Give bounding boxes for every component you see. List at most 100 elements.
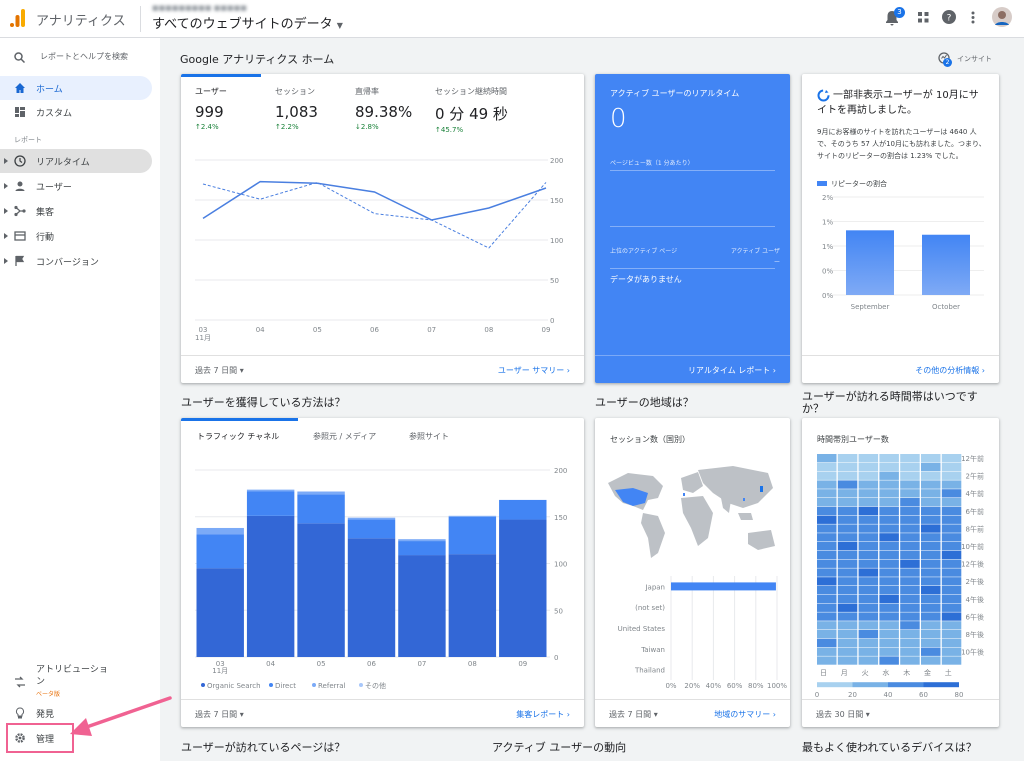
bar-segment [448, 554, 497, 657]
heatmap-cell [921, 603, 941, 612]
heatmap-cell [941, 647, 962, 656]
y-tick-label: 200 [554, 467, 567, 475]
date-range-dropdown[interactable]: 過去 7 日間 ▾ [195, 365, 244, 376]
date-range-dropdown[interactable]: 過去 7 日間 ▾ [195, 709, 244, 720]
user-summary-link[interactable]: ユーザー サマリー › [498, 365, 570, 376]
date-range-dropdown[interactable]: 過去 30 日間 ▾ [816, 709, 870, 720]
more-insights-link[interactable]: その他の分析情報 › [915, 365, 985, 376]
heatmap-cell [921, 480, 941, 489]
sidebar-item-acquisition[interactable]: 集客 [0, 199, 152, 223]
metric-item[interactable]: セッション継続時間 0 分 49 秒 ↑45.7% [435, 86, 508, 134]
acquisition-report-link[interactable]: 集客レポート › [516, 709, 570, 720]
section-title-acquisition: ユーザーを獲得している方法は？ [181, 396, 346, 409]
heatmap-cell [941, 533, 962, 542]
account-name[interactable]: ■■■■■■■■■ ■■■■■ [152, 4, 247, 12]
heatmap-cell [837, 656, 858, 665]
date-range-label: 過去 7 日間 [195, 366, 238, 375]
heatmap-cell [858, 542, 879, 551]
heatmap-cell [817, 480, 837, 489]
heatmap-cell [900, 462, 920, 472]
heatmap-cell [941, 506, 962, 516]
metric-item[interactable]: ユーザー 999 ↑2.4% [195, 86, 227, 131]
heatmap-cell [900, 533, 920, 542]
svg-text:?: ? [947, 14, 952, 24]
link-label: リアルタイム レポート [687, 366, 771, 375]
more-vert-icon[interactable] [971, 11, 975, 24]
apps-grid-icon[interactable] [918, 12, 929, 23]
heatmap-cell [900, 550, 920, 560]
heatmap-cell [817, 568, 837, 577]
tab-source-medium[interactable]: 参照元 / メディア [313, 431, 376, 442]
tab-traffic-channel[interactable]: トラフィック チャネル [197, 431, 279, 442]
sidebar-item-label: カスタム [36, 109, 73, 119]
x-tick-label: 日 [820, 669, 827, 677]
insight-title: 一部非表示ユーザーが 10月にサイトを再訪しました。 [817, 90, 979, 116]
x-tick-label: 100% [767, 682, 787, 690]
sidebar-item-conversion[interactable]: コンバージョン [0, 249, 152, 273]
heatmap-cell [817, 489, 837, 498]
time-card-title: 時間帯別ユーザー数 [817, 435, 889, 444]
clock-icon [14, 155, 26, 167]
help-icon[interactable]: ? [942, 10, 956, 24]
heatmap-cell [817, 594, 837, 604]
column-header: アクティブ ユーザー [730, 248, 780, 266]
tab-referrals[interactable]: 参照サイト [409, 431, 449, 442]
users-line-chart: 200 150 100 50 0 0311月 04 05 06 07 08 09 [195, 157, 563, 342]
bar-segment [499, 499, 547, 520]
heatmap-cell [900, 621, 920, 630]
heatmap-cell [921, 559, 941, 568]
repeater-bar-chart: 2% 1% 1% 0% 0% September October [822, 194, 984, 311]
heatmap-cell [837, 506, 858, 516]
heatmap-cell [879, 594, 899, 604]
geo-summary-link[interactable]: 地域のサマリー › [714, 709, 776, 720]
geo-card: セッション数（国別） 0% 20% 40% 60% 80% 100% Japan (not s… [595, 418, 790, 727]
sidebar-item-realtime[interactable]: リアルタイム [0, 149, 152, 173]
bar-segment [398, 539, 446, 542]
sidebar-item-custom[interactable]: カスタム [0, 100, 152, 124]
sidebar-item-behavior[interactable]: 行動 [0, 224, 152, 248]
x-tick-sublabel: 11月 [212, 667, 228, 675]
top-bar: アナリティクス ■■■■■■■■■ ■■■■■ すべてのウェブサイトのデータ ▼… [0, 0, 1024, 38]
sidebar-item-label: ユーザー [36, 183, 72, 193]
analytics-logo[interactable] [10, 9, 26, 27]
metric-item[interactable]: 直帰率 89.38% ↓2.8% [355, 86, 412, 131]
heatmap-cell [921, 515, 941, 524]
y-tick-label: 100 [550, 237, 563, 245]
search-box[interactable]: レポートとヘルプを検索 [0, 46, 160, 68]
date-range-dropdown[interactable]: 過去 7 日間 ▾ [609, 709, 658, 720]
heatmap-cell [879, 630, 899, 639]
insight-card: 一部非表示ユーザーが 10月にサイトを再訪しました。 9月にお客様のサイトを訪れ… [802, 74, 999, 383]
heatmap-cell [879, 515, 899, 524]
metric-change: ↑45.7% [435, 126, 464, 134]
heatmap-cell [837, 647, 858, 656]
scale-label: 40 [884, 691, 893, 699]
annotation-arrow-icon [70, 696, 172, 736]
notifications-button[interactable]: 3 [885, 7, 905, 26]
search-input[interactable]: レポートとヘルプを検索 [40, 51, 128, 62]
metrics-row: ユーザー 999 ↑2.4% セッション 1,083 ↑2.2% 直帰率 89.38% ↓2.8… [195, 86, 575, 146]
sidebar-item-users[interactable]: ユーザー [0, 174, 152, 198]
heatmap-cell [921, 630, 941, 639]
sidebar-item-home[interactable]: ホーム [0, 76, 152, 100]
section-title-active: アクティブ ユーザーの動向 [492, 741, 627, 754]
heatmap-cell [837, 471, 858, 480]
app-name: アナリティクス [36, 14, 126, 29]
x-tick-label: October [932, 303, 960, 311]
heatmap-cell [879, 577, 899, 586]
heatmap-cell [817, 612, 837, 621]
bar-segment [246, 515, 295, 657]
metric-value: 999 [195, 103, 224, 121]
heatmap-cell [837, 586, 858, 595]
realtime-report-link[interactable]: リアルタイム レポート › [688, 365, 776, 376]
heatmap-cell [900, 594, 920, 604]
property-selector[interactable]: すべてのウェブサイトのデータ ▼ [152, 13, 343, 32]
caret-right-icon [4, 183, 8, 189]
heatmap-cell [900, 524, 920, 533]
avatar[interactable] [992, 7, 1012, 27]
metric-item[interactable]: セッション 1,083 ↑2.2% [275, 86, 318, 131]
heatmap-cell [879, 489, 899, 498]
heatmap-cell [858, 586, 879, 595]
x-tick-label: 60% [727, 682, 743, 690]
y-category-label: (not set) [635, 604, 665, 612]
divider [610, 268, 775, 269]
